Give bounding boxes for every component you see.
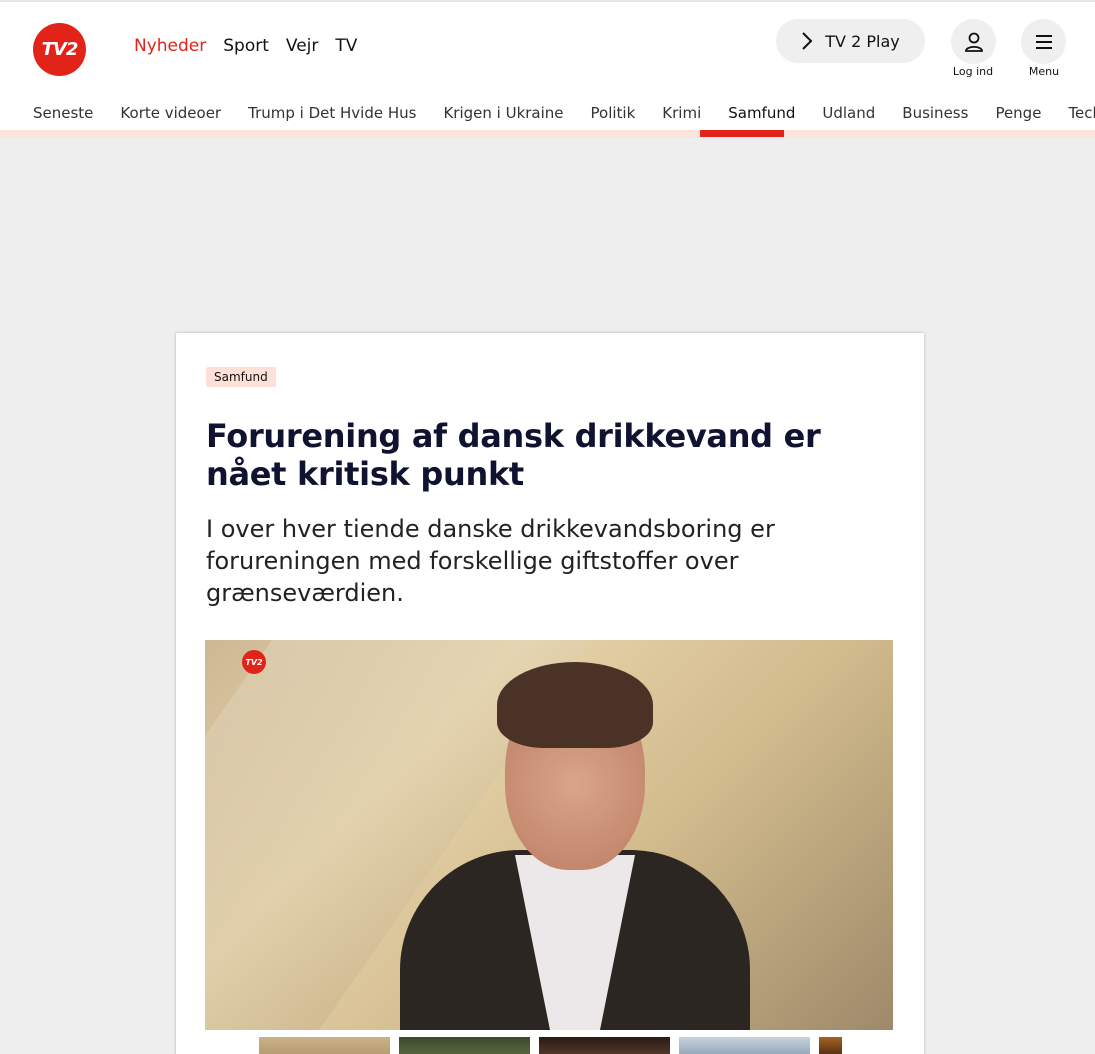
- video-thumbnail[interactable]: [819, 1037, 842, 1054]
- login-button[interactable]: [951, 19, 996, 64]
- topnav-item-tv[interactable]: TV: [335, 36, 357, 56]
- login-label[interactable]: Log ind: [938, 65, 1008, 78]
- video-thumbnail[interactable]: [399, 1037, 530, 1054]
- subnav-item-korte-videoer[interactable]: Korte videoer: [120, 104, 221, 122]
- video-person-hair: [497, 662, 653, 748]
- video-thumbnail[interactable]: [539, 1037, 670, 1054]
- video-player[interactable]: TV2: [205, 640, 893, 1030]
- article-card: Samfund Forurening af dansk drikkevand e…: [176, 333, 924, 1054]
- site-header: TV2 Nyheder Sport Vejr TV TV 2 Play Log …: [0, 0, 1095, 138]
- tv2-watermark-icon: TV2: [242, 650, 266, 674]
- subnav-item-politik[interactable]: Politik: [591, 104, 636, 122]
- subnav-item-ukraine[interactable]: Krigen i Ukraine: [443, 104, 563, 122]
- play-button-label: TV 2 Play: [825, 31, 900, 51]
- subnav-item-krimi[interactable]: Krimi: [662, 104, 701, 122]
- tv2-play-button[interactable]: TV 2 Play: [776, 19, 925, 63]
- subnav-item-tech[interactable]: Tech: [1068, 104, 1095, 122]
- chevron-right-icon: [802, 32, 813, 50]
- article-lead: I over hver tiende danske drikkevandsbor…: [206, 515, 775, 607]
- subnav-item-samfund[interactable]: Samfund: [728, 104, 795, 122]
- subnav-item-trump[interactable]: Trump i Det Hvide Hus: [248, 104, 416, 122]
- topnav-item-nyheder[interactable]: Nyheder: [134, 36, 206, 56]
- topnav-item-vejr[interactable]: Vejr: [286, 36, 318, 56]
- hamburger-menu-icon: [1035, 34, 1052, 49]
- video-thumbnail[interactable]: [259, 1037, 390, 1054]
- subnav-item-penge[interactable]: Penge: [995, 104, 1041, 122]
- subnav-active-indicator: [700, 130, 784, 137]
- user-icon: [964, 32, 983, 52]
- subnav-divider: [0, 130, 1095, 138]
- top-navigation: Nyheder Sport Vejr TV: [134, 36, 357, 56]
- video-thumbnail-strip: [259, 1037, 842, 1054]
- video-thumbnail[interactable]: [679, 1037, 810, 1054]
- tv2-logo[interactable]: TV2: [33, 23, 86, 76]
- menu-label[interactable]: Menu: [1009, 65, 1079, 78]
- logo-text: TV2: [41, 39, 79, 60]
- subnav-item-udland[interactable]: Udland: [822, 104, 875, 122]
- article-headline: Forurening af dansk drikkevand er nået k…: [206, 417, 821, 493]
- subnav-item-seneste[interactable]: Seneste: [33, 104, 93, 122]
- subnav-item-business[interactable]: Business: [902, 104, 968, 122]
- topnav-item-sport[interactable]: Sport: [223, 36, 269, 56]
- section-navigation: Seneste Korte videoer Trump i Det Hvide …: [33, 104, 1095, 122]
- menu-button[interactable]: [1021, 19, 1066, 64]
- category-tag[interactable]: Samfund: [206, 367, 276, 387]
